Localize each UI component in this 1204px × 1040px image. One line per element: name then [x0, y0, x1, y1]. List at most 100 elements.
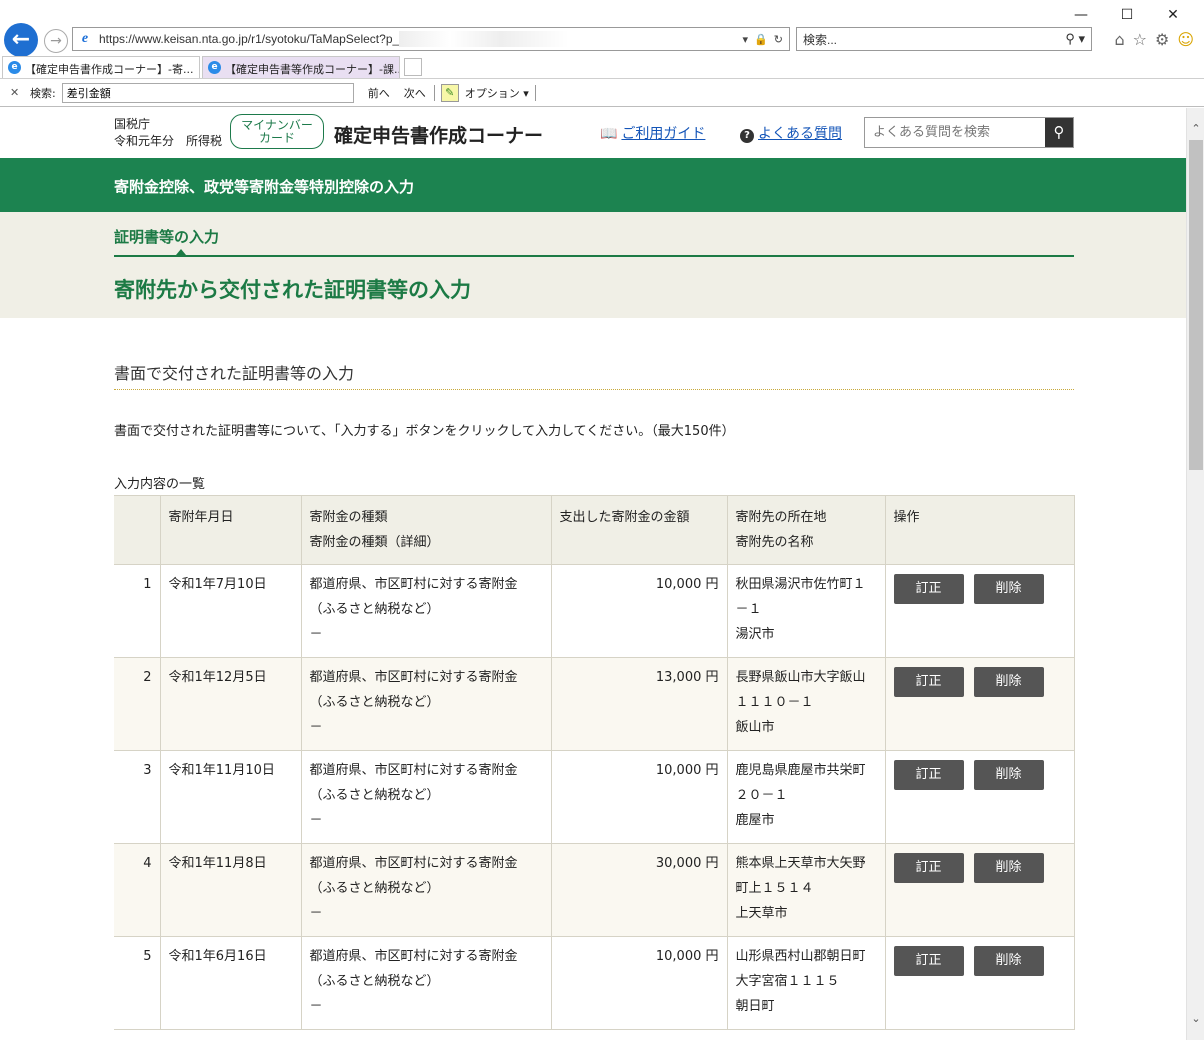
forward-arrow-icon[interactable]: → — [44, 29, 68, 53]
donation-amount: 13,000 円 — [551, 657, 728, 751]
header-kind: 寄附金の種類 寄附金の種類（詳細） — [301, 495, 552, 565]
ops-cell: 訂正 削除 — [885, 843, 1075, 937]
faq-search-input[interactable] — [865, 118, 1045, 147]
browser-chrome: — ☐ ✕ ← → e https://www.keisan.nta.go.jp… — [0, 0, 1204, 107]
mynumber-card-button[interactable]: マイナンバー カード — [230, 114, 324, 149]
recipient-cell: 長野県飯山市大字飯山 １１１０－１ 飯山市 — [727, 657, 886, 751]
back-arrow-icon[interactable]: ← — [4, 23, 38, 57]
row-index: 2 — [114, 657, 161, 751]
donation-kind-note: （ふるさと納税など） — [309, 881, 440, 896]
recipient-address-line2: ２０－１ — [735, 788, 788, 803]
book-icon: 📖 — [600, 126, 618, 142]
highlight-icon[interactable]: ✎ — [440, 83, 459, 102]
mynumber-label-card: カード — [258, 131, 295, 145]
find-prev-button[interactable]: 前へ — [366, 85, 392, 101]
favorites-star-icon[interactable]: ☆ — [1133, 30, 1147, 49]
donation-kind-note: （ふるさと納税など） — [309, 788, 440, 803]
scroll-up-icon[interactable]: ⌃ — [1187, 120, 1204, 138]
table-row: 5 令和1年6月16日 都道府県、市区町村に対する寄附金 （ふるさと納税など） － 10,… — [114, 936, 1075, 1030]
search-icon[interactable]: ⚲ ▾ — [1065, 31, 1085, 47]
donation-date: 令和1年11月8日 — [160, 843, 302, 937]
edit-button[interactable]: 訂正 — [893, 853, 964, 883]
donation-kind: 都道府県、市区町村に対する寄附金 — [309, 949, 518, 964]
header-name-label: 寄附先の名称 — [735, 535, 814, 550]
find-close-icon[interactable]: ✕ — [10, 86, 24, 99]
guide-link-wrap: 📖 ご利用ガイド — [600, 123, 705, 143]
settings-gear-icon[interactable]: ⚙ — [1155, 30, 1169, 49]
faq-link[interactable]: よくある質問 — [758, 126, 842, 142]
ie-tab-icon: e — [8, 61, 21, 74]
table-row: 4 令和1年11月8日 都道府県、市区町村に対する寄附金 （ふるさと納税など） － 30,… — [114, 843, 1075, 937]
step-divider — [114, 255, 1074, 257]
header-kind-label: 寄附金の種類 — [309, 510, 388, 525]
donation-date: 令和1年7月10日 — [160, 564, 302, 658]
scroll-thumb[interactable] — [1189, 140, 1203, 470]
delete-button[interactable]: 削除 — [973, 946, 1044, 976]
delete-button[interactable]: 削除 — [973, 574, 1044, 604]
section-divider — [114, 389, 1074, 390]
header-address-label: 寄附先の所在地 — [735, 510, 827, 525]
recipient-cell: 山形県西村山郡朝日町 大字宮宿１１１５ 朝日町 — [727, 936, 886, 1030]
faq-search: ⚲ — [864, 117, 1074, 148]
navigation-bar: ← → e https://www.keisan.nta.go.jp/r1/sy… — [0, 22, 1204, 57]
guide-link[interactable]: ご利用ガイド — [621, 126, 705, 142]
delete-button[interactable]: 削除 — [973, 760, 1044, 790]
agency-info: 国税庁 令和元年分 所得税 — [114, 116, 222, 150]
row-actions: 訂正 削除 — [893, 665, 1067, 697]
agency-name: 国税庁 — [114, 117, 151, 131]
instruction-text: 書面で交付された証明書等について、「入力する」ボタンをクリックして入力してくださ… — [114, 424, 735, 439]
category-bar: 寄附金控除、政党等寄附金等特別控除の入力 — [0, 158, 1186, 212]
ops-cell: 訂正 削除 — [885, 564, 1075, 658]
edit-button[interactable]: 訂正 — [893, 667, 964, 697]
donation-kind: 都道府県、市区町村に対する寄附金 — [309, 670, 518, 685]
row-index: 5 — [114, 936, 161, 1030]
edit-button[interactable]: 訂正 — [893, 946, 964, 976]
tab-strip: e 【確定申告書作成コーナー】-寄... ✕ e 【確定申告書等作成コーナー】-… — [0, 55, 1204, 79]
find-input[interactable] — [61, 82, 354, 103]
header-date: 寄附年月日 — [160, 495, 302, 565]
recipient-address-line2: 大字宮宿１１１５ — [735, 974, 840, 989]
site-title: 確定申告書作成コーナー — [334, 125, 544, 147]
browser-toolbar-icons: ⌂ ☆ ⚙ ☺ — [1114, 30, 1194, 49]
row-index: 3 — [114, 750, 161, 844]
vertical-scrollbar[interactable]: ⌃ ⌄ — [1186, 108, 1204, 1040]
page-title: 寄附先から交付された証明書等の入力 — [114, 278, 471, 302]
find-options-button[interactable]: オプション ▾ — [465, 85, 529, 101]
refresh-icon[interactable]: ↻ — [774, 33, 783, 46]
donation-kind-detail: － — [309, 627, 323, 642]
site-header: 国税庁 令和元年分 所得税 マイナンバー カード 確定申告書作成コーナー 📖 ご利… — [0, 108, 1186, 158]
recipient-address-line2: －１ — [735, 602, 762, 617]
header-index — [114, 495, 161, 565]
tab-donation[interactable]: e 【確定申告書作成コーナー】-寄... ✕ — [2, 56, 200, 78]
find-label: 検索: — [30, 86, 56, 100]
tab-label: 【確定申告書作成コーナー】-寄... — [25, 63, 194, 76]
address-url[interactable]: https://www.keisan.nta.go.jp/r1/syotoku/… — [99, 32, 399, 46]
lock-icon[interactable]: 🔒 — [754, 33, 768, 46]
edit-button[interactable]: 訂正 — [893, 760, 964, 790]
new-tab-icon[interactable] — [404, 58, 422, 76]
scroll-down-icon[interactable]: ⌄ — [1187, 1010, 1204, 1028]
tax-year: 令和元年分 所得税 — [114, 134, 223, 148]
redacted-url-segment — [399, 31, 569, 47]
dropdown-icon[interactable]: ▾ — [743, 33, 749, 46]
table-row: 1 令和1年7月10日 都道府県、市区町村に対する寄附金 （ふるさと納税など） － 10,… — [114, 564, 1075, 658]
address-bar[interactable]: e https://www.keisan.nta.go.jp/r1/syotok… — [72, 27, 790, 51]
home-icon[interactable]: ⌂ — [1114, 30, 1124, 49]
ie-tab-icon: e — [208, 61, 221, 74]
recipient-name: 鹿屋市 — [735, 813, 775, 828]
donation-kind: 都道府県、市区町村に対する寄附金 — [309, 856, 518, 871]
recipient-address-line1: 長野県飯山市大字飯山 — [735, 670, 866, 685]
tab-tax[interactable]: e 【確定申告書等作成コーナー】-課... — [202, 56, 400, 78]
find-options-label: オプション — [464, 86, 520, 100]
delete-button[interactable]: 削除 — [973, 853, 1044, 883]
feedback-smiley-icon[interactable]: ☺ — [1177, 30, 1194, 49]
step-label: 証明書等の入力 — [114, 228, 220, 246]
donation-kind-cell: 都道府県、市区町村に対する寄附金 （ふるさと納税など） － — [301, 750, 552, 844]
find-next-button[interactable]: 次へ — [402, 85, 428, 101]
edit-button[interactable]: 訂正 — [893, 574, 964, 604]
delete-button[interactable]: 削除 — [973, 667, 1044, 697]
search-icon[interactable]: ⚲ — [1045, 118, 1073, 147]
browser-search-box[interactable]: 検索... ⚲ ▾ — [796, 27, 1092, 51]
recipient-cell: 鹿児島県鹿屋市共栄町 ２０－１ 鹿屋市 — [727, 750, 886, 844]
address-tools: ▾ 🔒 ↻ — [743, 33, 789, 46]
